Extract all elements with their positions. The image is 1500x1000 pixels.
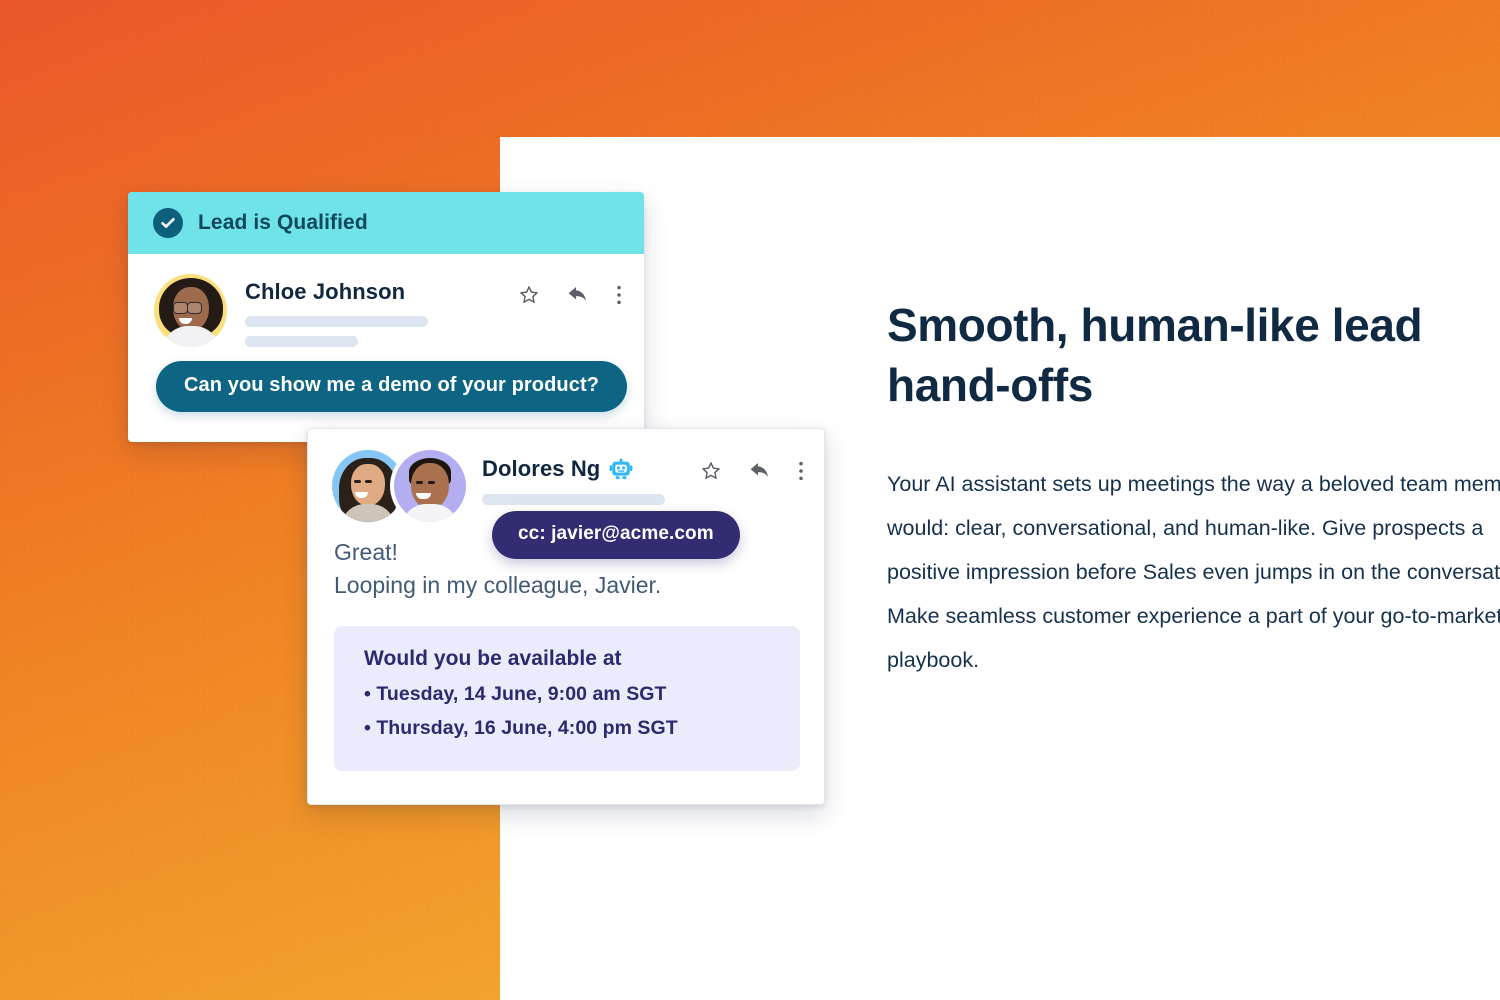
- page-body-paragraph: Your AI assistant sets up meetings the w…: [887, 472, 1500, 672]
- robot-icon: [609, 457, 633, 481]
- dolores-ng-card: Dolores Ng Great! Looping in my colleagu…: [307, 428, 825, 805]
- lead-message-header: Chloe Johnson: [128, 254, 644, 347]
- dolores-sender-name-row: Dolores Ng: [482, 456, 700, 482]
- check-circle-icon: [153, 208, 183, 238]
- dolores-sender-block: Dolores Ng: [482, 450, 700, 505]
- star-icon[interactable]: [700, 460, 722, 487]
- preview-skeleton-line: [245, 336, 358, 347]
- availability-option[interactable]: • Thursday, 16 June, 4:00 pm SGT: [364, 711, 774, 745]
- availability-option[interactable]: • Tuesday, 14 June, 9:00 am SGT: [364, 677, 774, 711]
- lead-card-actions: [518, 274, 622, 312]
- more-vertical-icon[interactable]: [798, 460, 804, 487]
- dolores-message-header: Dolores Ng: [308, 429, 824, 522]
- lead-qualified-label: Lead is Qualified: [198, 211, 368, 234]
- more-vertical-icon[interactable]: [616, 284, 622, 311]
- star-icon[interactable]: [518, 284, 540, 311]
- dolores-sender-name: Dolores Ng: [482, 456, 601, 481]
- javier-avatar: [394, 450, 466, 522]
- chloe-johnson-avatar: [154, 274, 227, 347]
- copy-block: Smooth, human-like lead hand-offs Your A…: [887, 296, 1500, 672]
- page-root: Smooth, human-like lead hand-offs Your A…: [0, 0, 1500, 1000]
- subject-skeleton-line: [482, 494, 665, 505]
- availability-title: Would you be available at: [364, 647, 622, 670]
- page-title: Smooth, human-like lead hand-offs: [887, 299, 1423, 411]
- lead-qualified-banner: Lead is Qualified: [128, 192, 644, 254]
- lead-sender-name: Chloe Johnson: [245, 279, 406, 304]
- message-line-2: Looping in my colleague, Javier.: [334, 572, 662, 598]
- reply-icon[interactable]: [566, 283, 590, 312]
- cc-recipient-pill: cc: javier@acme.com: [492, 511, 740, 559]
- lead-sender-block: Chloe Johnson: [245, 274, 500, 347]
- dolores-card-actions: [700, 450, 804, 488]
- subject-skeleton-line: [245, 316, 428, 327]
- avatar-group: [332, 450, 482, 522]
- availability-box: Would you be available at • Tuesday, 14 …: [334, 626, 800, 771]
- reply-icon[interactable]: [748, 459, 772, 488]
- lead-question-bubble: Can you show me a demo of your product?: [156, 361, 628, 412]
